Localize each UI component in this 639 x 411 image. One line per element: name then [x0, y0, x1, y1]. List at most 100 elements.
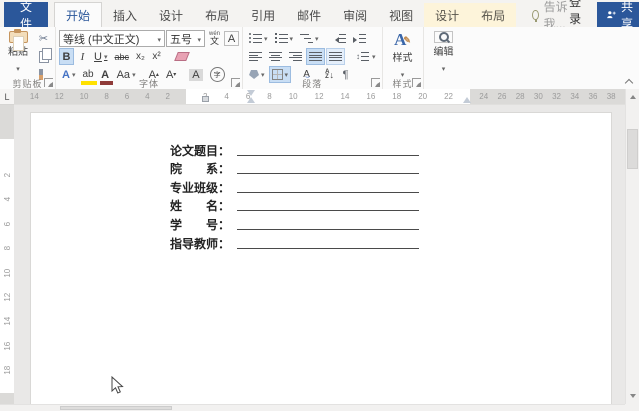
vruler-bottom-margin: [0, 393, 14, 404]
horizontal-ruler[interactable]: 1412108642 246810121416182022 2426283032…: [14, 89, 625, 105]
ribbon-tab[interactable]: 布局: [194, 3, 240, 27]
numbering-icon: [274, 33, 288, 43]
right-indent-marker[interactable]: [463, 93, 471, 103]
ribbon-tab[interactable]: 设计: [148, 3, 194, 27]
ruler-number: 8: [267, 92, 272, 101]
horizontal-scrollbar[interactable]: [0, 404, 625, 411]
distribute-button[interactable]: [326, 48, 346, 65]
left-indent-marker[interactable]: [202, 96, 209, 102]
form-row[interactable]: 姓 名：: [170, 196, 420, 215]
ribbon-tab[interactable]: 邮件: [286, 3, 332, 27]
fill-in-line[interactable]: [237, 191, 420, 193]
font-group-label: 字体: [139, 78, 160, 89]
ribbon-tab[interactable]: 插入: [102, 3, 148, 27]
collapse-ribbon-chevron[interactable]: [624, 78, 634, 86]
ruler-number: 16: [366, 92, 376, 101]
vertical-scrollbar[interactable]: [625, 89, 639, 404]
bold-button[interactable]: B: [59, 48, 74, 65]
numbering-button[interactable]: [272, 30, 297, 47]
distribute-icon: [329, 52, 343, 61]
fill-in-line[interactable]: [237, 247, 420, 249]
form-row[interactable]: 论文题目：: [170, 140, 420, 159]
font-size-combo[interactable]: 五号: [166, 30, 205, 47]
character-border-button[interactable]: A: [224, 31, 240, 46]
line-spacing-button[interactable]: ↕: [353, 48, 379, 65]
cut-button[interactable]: ✂: [35, 30, 52, 47]
align-right-button[interactable]: [286, 48, 305, 65]
fill-in-line[interactable]: [237, 228, 420, 230]
paragraph-dialog-launcher[interactable]: [370, 78, 380, 87]
share-person-icon: [607, 11, 616, 19]
justify-button[interactable]: [306, 48, 326, 65]
paragraph-group: ↕ A AZ ¶ 段落: [243, 27, 383, 89]
eraser-icon: [174, 52, 190, 61]
multilevel-list-button[interactable]: [297, 30, 322, 47]
strikethrough-button[interactable]: abc: [111, 48, 132, 65]
copy-button[interactable]: [35, 47, 52, 65]
lightbulb-icon: [532, 10, 539, 22]
form-row[interactable]: 学 号：: [170, 214, 420, 233]
contextual-tab[interactable]: 设计: [424, 3, 471, 27]
tab-file[interactable]: 文件: [4, 0, 49, 31]
underline-button[interactable]: U: [91, 48, 110, 65]
align-center-button[interactable]: [266, 48, 285, 65]
form-row[interactable]: 院 系：: [170, 159, 420, 178]
styles-button[interactable]: A 样式: [386, 30, 420, 77]
hruler-text-area: 246810121416182022: [186, 89, 470, 104]
subscript-button[interactable]: x₂: [133, 48, 148, 65]
clipboard-group: 粘贴 ✂ 剪贴板: [0, 27, 56, 89]
horizontal-scroll-thumb[interactable]: [60, 406, 172, 410]
phonetic-guide-button[interactable]: wén 文: [206, 30, 223, 47]
share-button[interactable]: 共享: [597, 0, 639, 31]
styles-group: A 样式 样式: [383, 27, 424, 89]
ribbon-tab[interactable]: 引用: [240, 3, 286, 27]
clear-formatting-button[interactable]: [173, 48, 191, 65]
ruler-number: 34: [570, 92, 580, 101]
clipboard-dialog-launcher[interactable]: [44, 78, 53, 87]
fill-in-line[interactable]: [237, 210, 420, 212]
fill-in-line[interactable]: [237, 173, 420, 175]
superscript-button[interactable]: x²: [149, 48, 164, 65]
form-label: 专业班级：: [170, 180, 231, 195]
sign-in-button[interactable]: 登录: [569, 0, 581, 27]
form-label: 指导教师：: [170, 236, 231, 251]
align-left-button[interactable]: [246, 48, 265, 65]
ruler-number: 38: [606, 92, 616, 101]
ribbon-tab[interactable]: 视图: [378, 3, 424, 27]
paste-dropdown-arrow[interactable]: [16, 58, 20, 76]
font-name-combo[interactable]: 等线 (中文正文): [59, 30, 165, 47]
form-row[interactable]: 专业班级：: [170, 177, 420, 196]
ruler-number: 18: [392, 92, 402, 101]
decrease-indent-icon: [333, 34, 346, 43]
styles-dialog-launcher[interactable]: [411, 78, 421, 87]
vertical-ruler[interactable]: 2 4 6 8 10 12 14 16 18: [0, 105, 15, 404]
scroll-down-button[interactable]: [626, 391, 639, 404]
tell-me-box[interactable]: 告诉我...: [532, 0, 569, 31]
paste-button[interactable]: 粘贴: [3, 29, 33, 77]
document-page[interactable]: 论文题目： 院 系： 专业班级： 姓 名： 学 号： 指导教师：: [30, 112, 612, 404]
bullets-button[interactable]: [246, 30, 271, 47]
font-dialog-launcher[interactable]: [231, 78, 241, 87]
tab-stop-selector[interactable]: L: [0, 89, 15, 105]
tab-home[interactable]: 开始: [54, 2, 103, 28]
ruler-number: 10: [288, 92, 298, 101]
italic-button[interactable]: I: [75, 48, 90, 65]
contextual-tab[interactable]: 布局: [470, 3, 517, 27]
form-label: 院 系：: [170, 162, 231, 177]
ruler-number: 12: [314, 92, 324, 101]
editing-button[interactable]: 编辑: [427, 30, 461, 77]
vruler-numbers: 2 4 6 8 10 12 14 16 18: [0, 163, 14, 383]
decrease-indent-button[interactable]: [330, 30, 349, 47]
vertical-scroll-thumb[interactable]: [627, 129, 638, 169]
increase-indent-button[interactable]: [350, 30, 369, 47]
fill-in-line[interactable]: [237, 154, 420, 156]
ribbon-tab-bar: 文件 开始 插入 设计 布局 引用 邮件 审阅 视图 设计 布局 告诉我... 登录 共享: [0, 0, 639, 31]
ribbon-tab[interactable]: 审阅: [332, 3, 378, 27]
font-group: 等线 (中文正文) 五号 wén 文 A B I U abc x₂: [56, 27, 244, 89]
scroll-up-button[interactable]: [626, 89, 639, 102]
phonetic-guide-icon: wén 文: [209, 31, 221, 46]
ruler-number: 30: [533, 92, 543, 101]
hanging-indent-marker[interactable]: [247, 93, 255, 103]
form-row[interactable]: 指导教师：: [170, 233, 420, 252]
ruler-number: 28: [515, 92, 525, 101]
